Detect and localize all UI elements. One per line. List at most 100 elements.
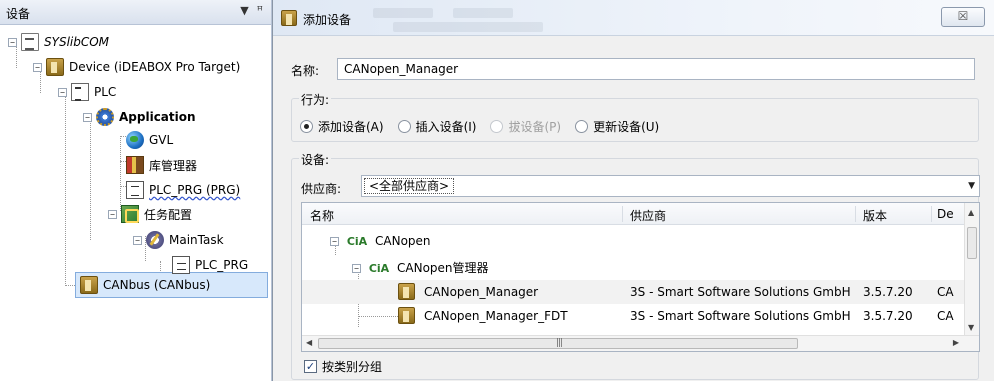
- column-header-vendor[interactable]: 供应商: [630, 207, 666, 224]
- dropdown-arrow-icon[interactable]: ▼: [240, 4, 248, 17]
- pou-icon: [126, 181, 144, 199]
- background-ghost: [453, 8, 513, 18]
- collapse-icon[interactable]: −: [58, 87, 67, 97]
- tree-node-label: 库管理器: [149, 158, 198, 173]
- dialog-device-icon: [281, 10, 297, 26]
- checkbox-checked-icon[interactable]: ✓: [304, 360, 317, 373]
- table-row[interactable]: CANopen_Manager_FDT 3S - Smart Software …: [302, 304, 966, 328]
- add-device-dialog: 添加设备 ☒ 名称: 行为: 添加设备(A) 插入设备(I) 拔设备(P) 更新…: [272, 0, 994, 381]
- table-row[interactable]: − CiA CANopen: [302, 229, 966, 253]
- vendor-dropdown[interactable]: <全部供应商> ▼: [361, 175, 980, 197]
- radio-plug-device: 拔设备(P): [490, 118, 561, 135]
- radio-button[interactable]: [397, 120, 411, 133]
- scrollbar-thumb[interactable]: [967, 227, 977, 259]
- vertical-scrollbar[interactable]: ▲ ▼: [964, 203, 979, 336]
- background-ghost: [373, 8, 433, 18]
- scroll-left-icon[interactable]: ◀: [306, 338, 312, 347]
- tree-node-gvl[interactable]: GVL: [126, 129, 173, 151]
- horizontal-scrollbar[interactable]: ◀ ||| ▶: [302, 335, 979, 351]
- tree-node-maintask[interactable]: − MainTask: [133, 229, 224, 251]
- gvl-globe-icon: [126, 131, 144, 149]
- radio-button[interactable]: [300, 120, 313, 133]
- close-button[interactable]: ☒: [941, 7, 985, 27]
- tree-node-device[interactable]: − Device (iDEABOX Pro Target): [33, 56, 240, 78]
- group-by-category-checkbox[interactable]: ✓ 按类别分组: [304, 358, 382, 375]
- collapse-icon[interactable]: −: [33, 62, 42, 72]
- pin-icon[interactable]: ꟸ: [257, 4, 263, 17]
- tree-node-plc[interactable]: − PLC: [58, 81, 116, 103]
- vendor-selected-value: <全部供应商>: [364, 178, 455, 194]
- cia-logo-icon: CiA: [368, 262, 390, 275]
- scroll-up-icon[interactable]: ▲: [968, 208, 974, 217]
- tree-node-application[interactable]: − Application: [83, 106, 196, 128]
- program-call-icon: [172, 256, 190, 274]
- tree-node-label: Application: [119, 110, 196, 124]
- radio-label: 更新设备(U): [593, 120, 660, 134]
- collapse-icon[interactable]: −: [133, 235, 142, 245]
- column-header-description[interactable]: De: [937, 207, 954, 221]
- application-icon: [96, 108, 114, 126]
- checkbox-label: 按类别分组: [322, 360, 383, 374]
- table-row[interactable]: − CiA CANopen管理器: [302, 254, 966, 278]
- device-icon: [46, 58, 64, 76]
- tree-row-label: − CiA CANopen管理器: [352, 259, 489, 276]
- collapse-icon[interactable]: −: [108, 209, 117, 219]
- row-name: CANopen: [375, 234, 431, 248]
- tree-node-library-manager[interactable]: 库管理器: [126, 154, 197, 176]
- radio-label: 插入设备(I): [415, 120, 477, 134]
- row-name: CANopen_Manager: [424, 285, 539, 299]
- scroll-right-icon[interactable]: ▶: [953, 338, 959, 347]
- tree-node-label: PLC_PRG (PRG): [149, 183, 241, 197]
- task-config-icon: [121, 205, 139, 223]
- tree-node-label: Device (iDEABOX Pro Target): [69, 60, 241, 74]
- collapse-icon[interactable]: −: [330, 237, 339, 246]
- tree-node-program-call[interactable]: PLC_PRG: [172, 254, 248, 276]
- device-tree-panel: 设备 ▼ ꟸ − SYSlibCOM − Device (iDEABOX Pro…: [0, 0, 272, 381]
- dropdown-arrow-icon[interactable]: ▼: [968, 181, 975, 191]
- vendor-label: 供应商:: [301, 182, 342, 196]
- collapse-icon[interactable]: −: [8, 37, 17, 47]
- maintask-icon: [146, 231, 164, 249]
- tree-node-label: PLC: [94, 85, 117, 99]
- tree-node-syslibcom[interactable]: − SYSlibCOM: [8, 31, 109, 53]
- panel-controls[interactable]: ▼ ꟸ: [240, 4, 263, 17]
- device-icon: [398, 283, 415, 300]
- canbus-device-icon: [80, 276, 98, 294]
- project-icon: [21, 33, 39, 51]
- tree-node-plc-prg[interactable]: PLC_PRG (PRG): [126, 179, 240, 201]
- radio-label: 添加设备(A): [318, 120, 384, 134]
- dialog-title: 添加设备: [303, 13, 352, 27]
- tree-node-label: MainTask: [169, 233, 224, 247]
- radio-button[interactable]: [575, 120, 589, 133]
- table-row[interactable]: CANopen_Manager 3S - Smart Software Solu…: [302, 280, 966, 304]
- radio-add-device[interactable]: 添加设备(A): [300, 118, 384, 135]
- tree-node-label: PLC_PRG: [195, 258, 249, 272]
- row-name: CANopen管理器: [397, 261, 489, 275]
- row-version: 3.5.7.20: [863, 285, 913, 299]
- device-name-input[interactable]: [337, 58, 975, 80]
- collapse-icon[interactable]: −: [352, 264, 361, 273]
- dialog-titlebar[interactable]: 添加设备 ☒: [273, 0, 994, 36]
- panel-header: 设备 ▼ ꟸ: [0, 0, 271, 25]
- radio-insert-device[interactable]: 插入设备(I): [397, 118, 477, 135]
- column-header-version[interactable]: 版本: [863, 207, 887, 224]
- row-description: CA: [937, 309, 954, 323]
- row-version: 3.5.7.20: [863, 309, 913, 323]
- tree-node-label: 任务配置: [144, 207, 193, 222]
- radio-update-device[interactable]: 更新设备(U): [575, 118, 659, 135]
- collapse-icon[interactable]: −: [83, 112, 92, 122]
- scroll-down-icon[interactable]: ▼: [968, 323, 974, 332]
- device-table: 名称 供应商 版本 De − CiA CANopen − CiA CANopen…: [301, 202, 980, 352]
- tree-node-task-config[interactable]: − 任务配置: [108, 203, 192, 225]
- device-icon: [398, 307, 415, 324]
- tree-node-label: CANbus (CANbus): [103, 278, 211, 292]
- table-header: 名称 供应商 版本 De: [302, 203, 979, 225]
- row-name: CANopen_Manager_FDT: [424, 309, 568, 323]
- tree-node-canbus[interactable]: CANbus (CANbus): [80, 274, 210, 296]
- name-label: 名称:: [291, 64, 320, 78]
- column-header-name[interactable]: 名称: [310, 207, 334, 224]
- scrollbar-thumb[interactable]: |||: [318, 338, 798, 349]
- background-ghost: [393, 22, 543, 32]
- scrollbar-grip-icon: |||: [556, 338, 563, 348]
- radio-label: 拔设备(P): [508, 120, 562, 134]
